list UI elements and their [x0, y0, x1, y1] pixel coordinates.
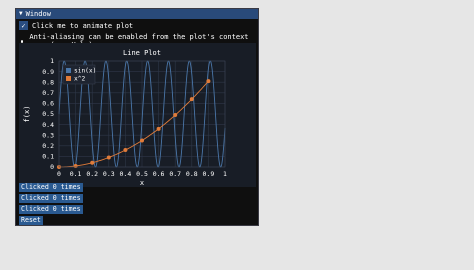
checkmark-icon: ✓ — [21, 21, 26, 30]
legend-label[interactable]: x^2 — [74, 76, 85, 83]
series-x2-point — [156, 126, 161, 131]
y-tick-label: 0.3 — [42, 131, 54, 139]
y-tick-label: 1 — [50, 57, 54, 65]
y-tick-label: 0.7 — [42, 89, 54, 97]
y-tick-label: 0.8 — [42, 78, 54, 86]
y-tick-label: 0.4 — [42, 121, 54, 129]
animate-checkbox-label[interactable]: Click me to animate plot — [32, 22, 133, 30]
x-tick-label: 0 — [57, 170, 61, 178]
animate-checkbox-row[interactable]: ✓ Click me to animate plot — [19, 21, 133, 30]
series-x2-point — [73, 163, 78, 168]
legend-swatch[interactable] — [66, 68, 71, 73]
demo-window: ▼ Window ✓ Click me to animate plot Anti… — [15, 8, 259, 226]
clicked-button-1[interactable]: Clicked 0 times — [19, 183, 83, 192]
clicked-button-2[interactable]: Clicked 0 times — [19, 194, 83, 203]
legend-label[interactable]: sin(x) — [74, 68, 96, 75]
window-titlebar[interactable]: ▼ Window — [16, 9, 258, 19]
x-tick-label: 1 — [223, 170, 227, 178]
x-tick-label: 0.8 — [186, 170, 198, 178]
collapse-arrow-icon[interactable]: ▼ — [19, 9, 23, 19]
line-plot[interactable]: 0 0.1 0.2 0.3 0.4 0.5 0.6 0.7 0.8 0.9 1 0 0.1 0.2 0.3 0… — [19, 43, 256, 187]
x-tick-label: 0.5 — [136, 170, 148, 178]
y-tick-label: 0.1 — [42, 153, 54, 161]
series-x2-point — [106, 155, 111, 160]
x-tick-label: 0.6 — [153, 170, 165, 178]
clicked-button-3[interactable]: Clicked 0 times — [19, 205, 83, 214]
y-tick-label: 0 — [50, 163, 54, 171]
reset-button[interactable]: Reset — [19, 216, 43, 225]
x-tick-label: 0.9 — [203, 170, 215, 178]
x-axis-label: x — [140, 179, 144, 187]
animate-checkbox[interactable]: ✓ — [19, 21, 28, 30]
series-x2-point — [90, 160, 95, 165]
y-tick-label: 0.9 — [42, 68, 54, 76]
series-x2-point — [206, 79, 211, 84]
y-tick-label: 0.6 — [42, 100, 54, 108]
series-x2-point — [173, 113, 178, 118]
chart-title: Line Plot — [123, 49, 161, 57]
series-x2-point — [123, 148, 128, 153]
x-tick-label: 0.3 — [103, 170, 115, 178]
x-tick-label: 0.1 — [70, 170, 82, 178]
y-axis-label: f(x) — [23, 106, 31, 123]
x-tick-label: 0.4 — [120, 170, 132, 178]
x-tick-label: 0.7 — [169, 170, 181, 178]
legend-swatch[interactable] — [66, 76, 71, 81]
x-tick-label: 0.2 — [86, 170, 98, 178]
series-x2-point — [140, 138, 144, 143]
series-x2-point — [189, 97, 194, 102]
window-title: Window — [25, 10, 51, 18]
line-plot-svg[interactable]: 0 0.1 0.2 0.3 0.4 0.5 0.6 0.7 0.8 0.9 1 0 0.1 0.2 0.3 0… — [19, 43, 256, 187]
y-tick-label: 0.5 — [42, 110, 54, 118]
y-tick-label: 0.2 — [42, 142, 54, 150]
